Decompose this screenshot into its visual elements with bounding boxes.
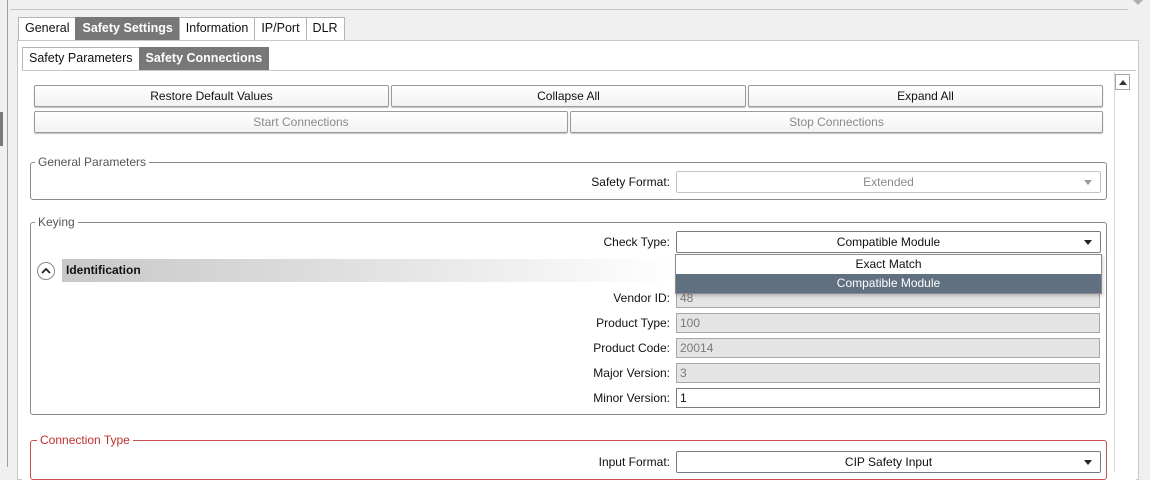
top-border: [10, 9, 1128, 10]
tab-safety-parameters[interactable]: Safety Parameters: [22, 47, 140, 70]
identification-header: [62, 259, 675, 282]
safety-format-select[interactable]: Extended: [676, 171, 1101, 193]
general-parameters-legend: General Parameters: [35, 155, 150, 169]
major-version-field: 3: [676, 363, 1100, 383]
tab-ip-port[interactable]: IP/Port: [254, 17, 307, 40]
expand-all-button[interactable]: Expand All: [748, 85, 1103, 107]
sub-tab-bar: Safety Parameters Safety Connections: [22, 47, 270, 70]
safety-format-label: Safety Format:: [591, 175, 670, 189]
safety-format-value: Extended: [863, 175, 914, 189]
chevron-down-icon: [1084, 180, 1092, 185]
identification-title: Identification: [66, 263, 141, 277]
minor-version-label: Minor Version:: [593, 391, 670, 405]
tab-dlr[interactable]: DLR: [305, 17, 345, 40]
scroll-up-icon[interactable]: [1115, 74, 1130, 90]
option-exact-match[interactable]: Exact Match: [676, 255, 1101, 274]
top-scroll-arrow-icon[interactable]: [1133, 0, 1143, 5]
product-code-field: 20014: [676, 338, 1100, 358]
tab-information[interactable]: Information: [178, 17, 256, 40]
start-connections-button[interactable]: Start Connections: [34, 111, 568, 133]
restore-default-values-button[interactable]: Restore Default Values: [34, 85, 389, 107]
stop-connections-button[interactable]: Stop Connections: [570, 111, 1103, 133]
input-format-label: Input Format:: [598, 455, 670, 469]
check-type-select[interactable]: Compatible Module: [676, 231, 1101, 253]
check-type-value: Compatible Module: [836, 235, 941, 249]
collapse-all-button[interactable]: Collapse All: [391, 85, 746, 107]
check-type-label: Check Type:: [603, 235, 670, 249]
product-code-label: Product Code:: [593, 341, 670, 355]
keying-legend: Keying: [35, 215, 78, 229]
chevron-down-icon: [1084, 240, 1092, 245]
product-type-field: 100: [676, 313, 1100, 333]
vendor-id-label: Vendor ID:: [613, 291, 670, 305]
left-panel-splitter[interactable]: [0, 112, 3, 146]
connection-type-legend: Connection Type: [37, 433, 133, 447]
tab-safety-connections[interactable]: Safety Connections: [138, 47, 270, 70]
tab-general[interactable]: General: [18, 17, 77, 40]
main-tab-bar: General Safety Settings Information IP/P…: [18, 17, 345, 40]
minor-version-field[interactable]: 1: [676, 388, 1100, 408]
input-format-select[interactable]: CIP Safety Input: [676, 451, 1101, 473]
left-panel-border: [7, 0, 8, 467]
product-type-label: Product Type:: [596, 316, 670, 330]
vertical-scrollbar[interactable]: [1114, 72, 1131, 472]
collapse-identification-button[interactable]: [37, 262, 55, 280]
major-version-label: Major Version:: [593, 366, 670, 380]
chevron-up-icon: [41, 267, 51, 274]
tab-safety-settings[interactable]: Safety Settings: [75, 17, 180, 40]
option-compatible-module[interactable]: Compatible Module: [676, 274, 1101, 293]
check-type-dropdown-list: Exact Match Compatible Module: [675, 254, 1102, 294]
chevron-down-icon: [1084, 460, 1092, 465]
